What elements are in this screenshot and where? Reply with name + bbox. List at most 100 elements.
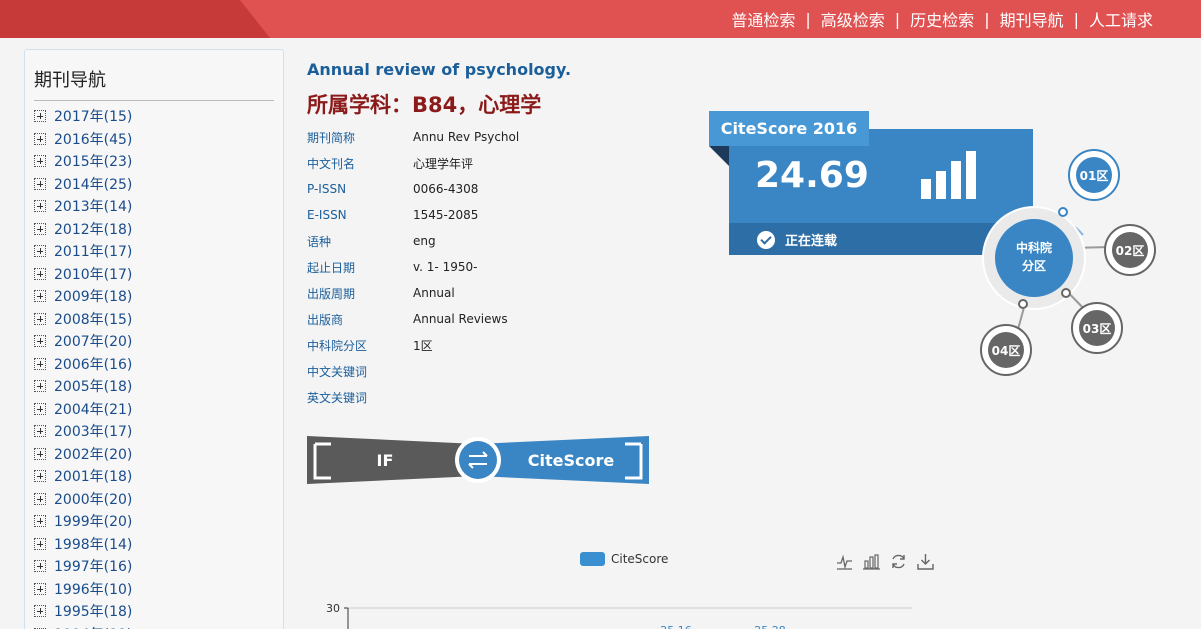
zone-center-line2: 分区 [1022,258,1046,273]
year-item-label: 1999年(20) [54,514,133,531]
year-item[interactable]: 2007年(20) [34,330,283,353]
chart-data-label: 25.28 [754,624,786,629]
info-value: 1545-2085 [413,208,479,222]
zone-04[interactable]: 04区 [980,324,1032,376]
info-value: 0066-4308 [413,182,479,196]
expand-plus-icon[interactable] [34,357,46,370]
info-value: Annual Reviews [413,312,508,326]
year-item[interactable]: 2003年(17) [34,420,283,443]
nav-advanced-search[interactable]: 高级检索 [821,7,885,31]
citescore-tab-fold [709,146,729,166]
year-item-label: 2014年(25) [54,176,133,193]
expand-plus-icon[interactable] [34,425,46,438]
year-item[interactable]: 1995年(18) [34,600,283,623]
expand-plus-icon[interactable] [34,582,46,595]
sidebar: 期刊导航 2017年(15) 2016年(45) 2015年(23) 2014年(25… [24,49,284,629]
year-item[interactable]: 2017年(15) [34,105,283,128]
citescore-status-text: 正在连载 [785,234,838,249]
info-value: v. 1- 1950- [413,260,478,274]
expand-plus-icon[interactable] [34,605,46,618]
year-item[interactable]: 2011年(17) [34,240,283,263]
year-item[interactable]: 2012年(18) [34,218,283,241]
year-item-label: 1994年(11) [54,624,132,629]
expand-plus-icon[interactable] [34,492,46,505]
year-item[interactable]: 2010年(17) [34,263,283,286]
info-row: 出版商 Annual Reviews [307,306,519,332]
year-item[interactable]: 1994年(11) [34,623,283,629]
expand-plus-icon[interactable] [34,222,46,235]
expand-plus-icon[interactable] [34,245,46,258]
year-item[interactable]: 2001年(18) [34,465,283,488]
year-item[interactable]: 2015年(23) [34,150,283,173]
journal-info-table: 期刊简称 Annu Rev Psychol 中文刊名 心理学年评 P-ISSN 0066-… [307,124,519,410]
info-label: 英文关键词 [307,390,368,405]
nav-journal-navigation[interactable]: 期刊导航 [1000,7,1064,31]
line-chart-icon[interactable] [836,553,853,570]
switch-if-button[interactable]: IF [307,436,477,484]
expand-plus-icon[interactable] [34,447,46,460]
year-item[interactable]: 1997年(16) [34,555,283,578]
zone-02[interactable]: 02区 [1104,224,1156,276]
expand-plus-icon[interactable] [34,560,46,573]
nav-history-search[interactable]: 历史检索 [910,7,974,31]
legend-swatch [580,552,605,566]
switch-citescore-button[interactable]: CiteScore [477,436,649,484]
year-item[interactable]: 2013年(14) [34,195,283,218]
year-item[interactable]: 1999年(20) [34,510,283,533]
journal-subject: 所属学科：B84，心理学 [307,93,542,117]
info-value: 心理学年评 [413,156,474,171]
expand-plus-icon[interactable] [34,155,46,168]
expand-plus-icon[interactable] [34,267,46,280]
expand-plus-icon[interactable] [34,177,46,190]
expand-plus-icon[interactable] [34,110,46,123]
chart-y-tick-label: 30 [326,602,340,615]
year-item-label: 1995年(18) [54,604,133,621]
year-item[interactable]: 2016年(45) [34,128,283,151]
info-row: 出版周期 Annual [307,280,519,306]
nav-basic-search[interactable]: 普通检索 [731,7,795,31]
nav-manual-request[interactable]: 人工请求 [1089,7,1153,31]
year-item[interactable]: 2006年(16) [34,353,283,376]
year-item-label: 2002年(20) [54,446,133,463]
year-item[interactable]: 1996年(10) [34,578,283,601]
bar-chart-icon[interactable] [863,553,880,570]
info-row: P-ISSN 0066-4308 [307,176,519,202]
expand-plus-icon[interactable] [34,515,46,528]
year-item-label: 2012年(18) [54,221,133,238]
year-item[interactable]: 2004年(21) [34,398,283,421]
download-icon[interactable] [917,553,934,570]
info-row: 中文刊名 心理学年评 [307,150,519,176]
year-item[interactable]: 2009年(18) [34,285,283,308]
year-item[interactable]: 2014年(25) [34,173,283,196]
expand-plus-icon[interactable] [34,312,46,325]
info-label: 语种 [307,234,332,249]
year-item[interactable]: 2002年(20) [34,443,283,466]
zone-01[interactable]: 01区 [1068,149,1120,201]
expand-plus-icon[interactable] [34,470,46,483]
year-item-label: 2008年(15) [54,311,133,328]
year-item[interactable]: 2008年(15) [34,308,283,331]
year-item[interactable]: 2000年(20) [34,488,283,511]
info-label: 中科院分区 [307,338,368,353]
expand-plus-icon[interactable] [34,132,46,145]
expand-plus-icon[interactable] [34,537,46,550]
zone-02-label: 02区 [1116,244,1145,258]
year-item[interactable]: 1998年(14) [34,533,283,556]
refresh-icon[interactable] [890,553,907,570]
expand-plus-icon[interactable] [34,402,46,415]
expand-plus-icon[interactable] [34,380,46,393]
info-label: 期刊简称 [307,130,356,145]
info-row: 中文关键词 [307,358,519,384]
citescore-tab: CiteScore 2016 [709,111,869,146]
expand-plus-icon[interactable] [34,200,46,213]
swap-arrows-icon[interactable] [455,437,501,483]
expand-plus-icon[interactable] [34,290,46,303]
sidebar-title: 期刊导航 [34,66,274,101]
zone-03[interactable]: 03区 [1071,302,1123,354]
info-row: E-ISSN 1545-2085 [307,202,519,228]
chart-legend[interactable]: CiteScore [580,552,668,566]
year-item-label: 1998年(14) [54,536,133,553]
info-row: 英文关键词 [307,384,519,410]
year-item[interactable]: 2005年(18) [34,375,283,398]
expand-plus-icon[interactable] [34,335,46,348]
